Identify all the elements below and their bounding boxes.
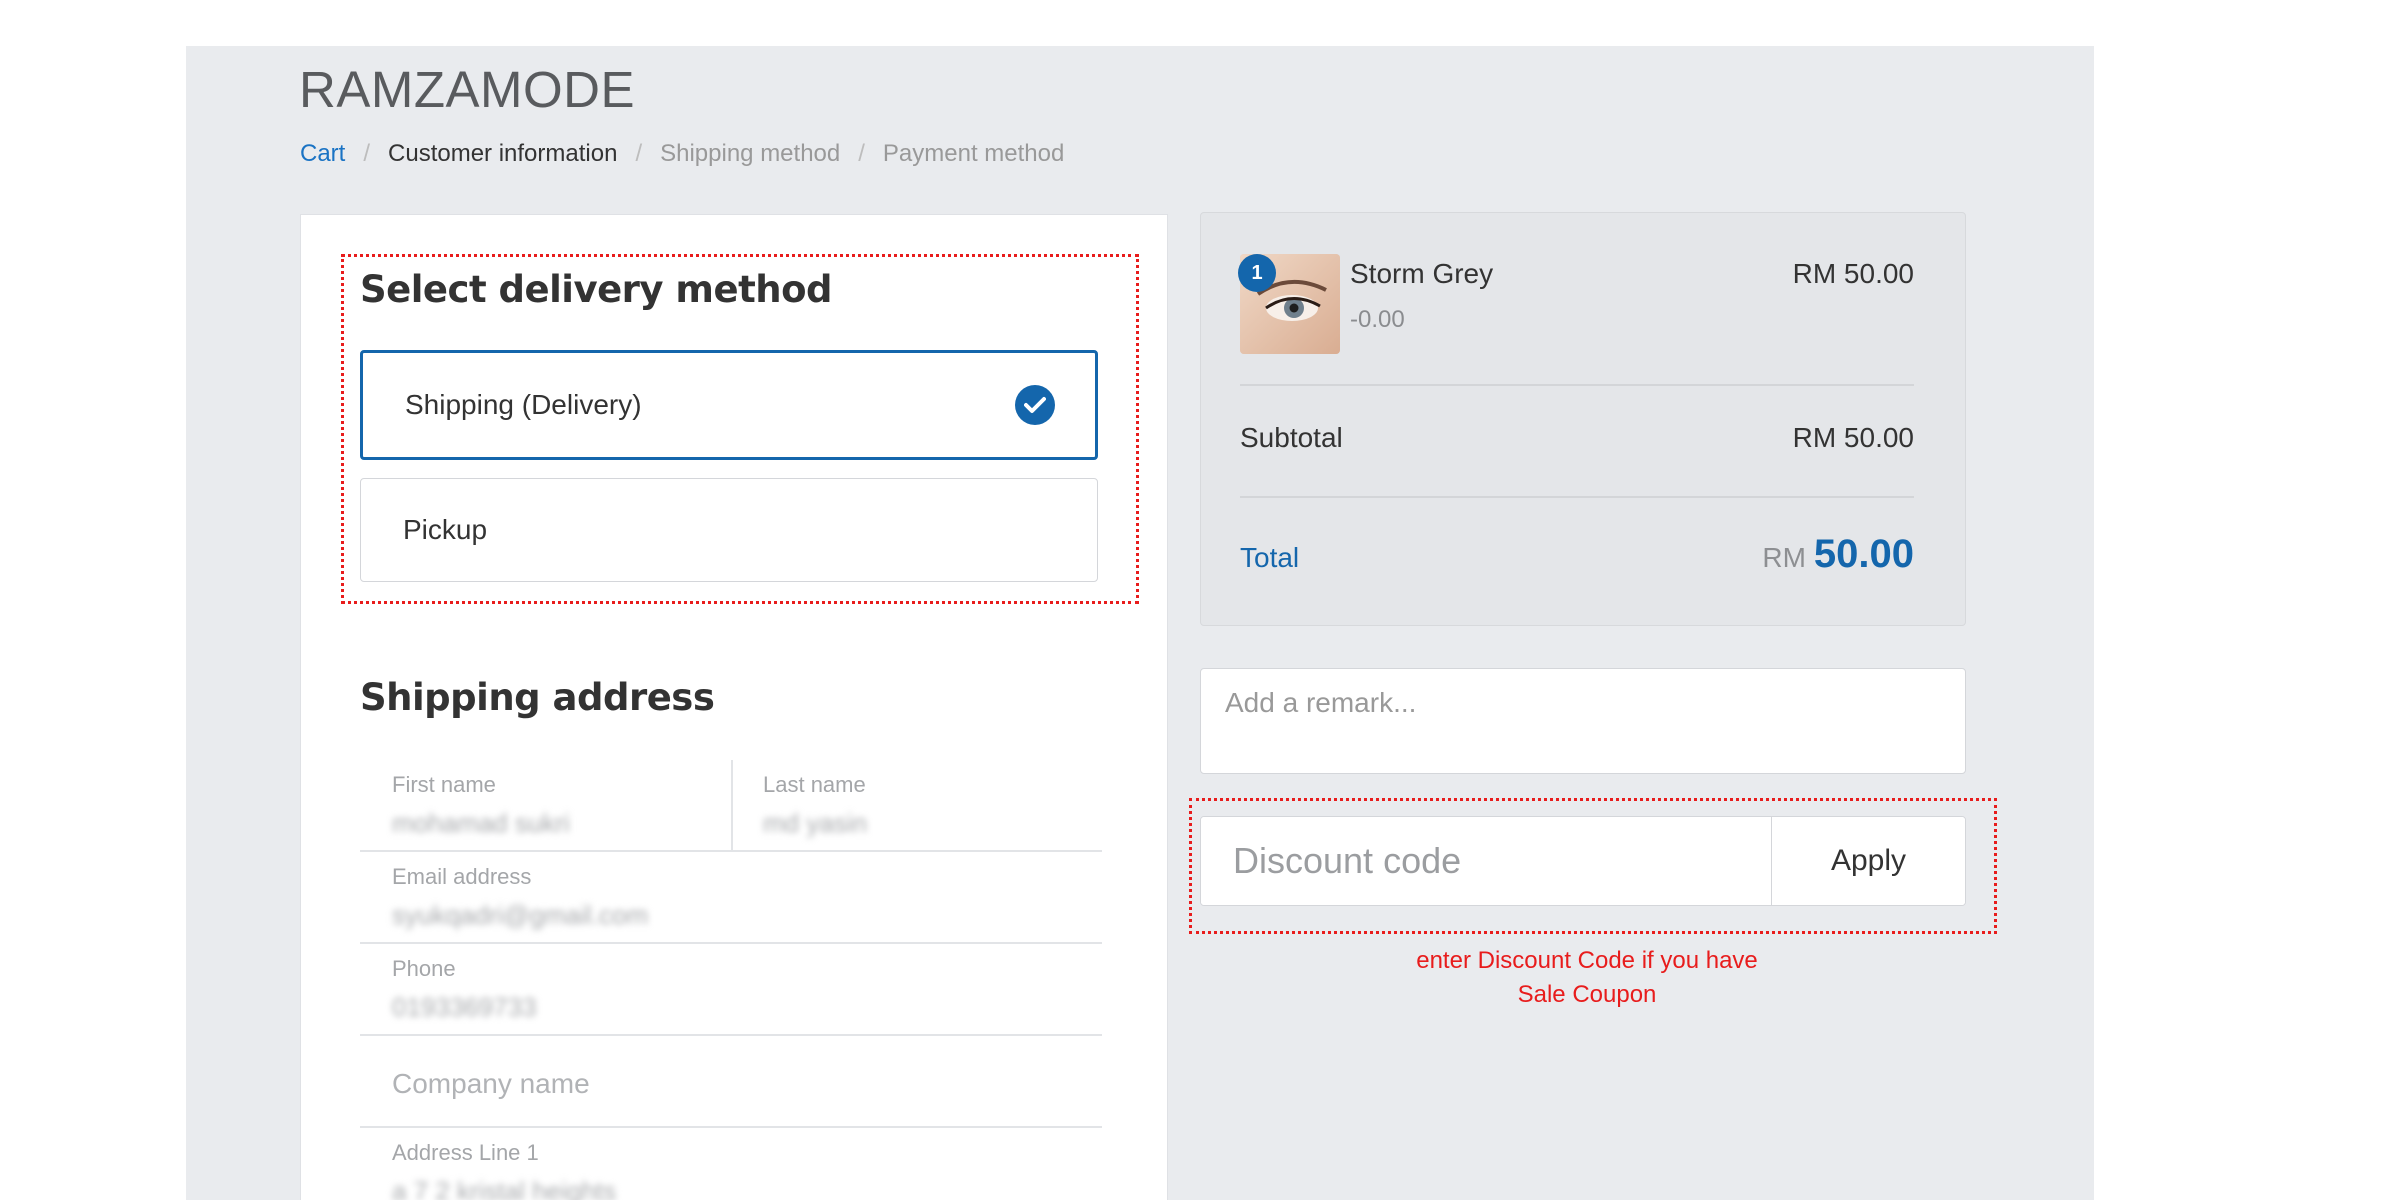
breadcrumb-payment-method: Payment method — [882, 140, 1065, 167]
delivery-option-pickup[interactable]: Pickup — [360, 478, 1098, 582]
subtotal-label: Subtotal — [1240, 422, 1343, 453]
name-row: First name mohamad sukri Last name md ya… — [360, 760, 1102, 852]
subtotal-value: RM 50.00 — [1792, 422, 1914, 453]
summary-divider — [1240, 496, 1914, 498]
last-name-value: md yasin — [763, 808, 868, 838]
phone-value: 0193369733 — [392, 992, 537, 1022]
shipping-address-title: Shipping address — [360, 676, 715, 719]
product-name: Storm Grey — [1350, 258, 1494, 289]
annotation-note: enter Discount Code if you have Sale Cou… — [1360, 944, 1814, 1012]
summary-divider — [1240, 384, 1914, 386]
product-discount: -0.00 — [1350, 306, 1405, 333]
apply-discount-button[interactable]: Apply — [1771, 817, 1965, 905]
remark-input[interactable] — [1200, 668, 1966, 774]
first-name-label: First name — [392, 772, 496, 797]
check-circle-icon — [1015, 385, 1055, 425]
breadcrumb: Cart / Customer information / Shipping m… — [300, 140, 1064, 168]
breadcrumb-customer-information: Customer information — [388, 140, 618, 167]
first-name-value: mohamad sukri — [392, 808, 570, 838]
total-label: Total — [1240, 542, 1300, 573]
annotation-note-line-2: Sale Coupon — [1517, 981, 1657, 1008]
phone-row: Phone 0193369733 — [360, 944, 1102, 1036]
last-name-label: Last name — [763, 772, 866, 797]
email-value: syukqadri@gmail.com — [392, 900, 649, 930]
breadcrumb-shipping-method: Shipping method — [660, 140, 841, 167]
annotation-note-line-1: enter Discount Code if you have — [1416, 947, 1758, 974]
total-amount: 50.00 — [1813, 532, 1914, 576]
discount-code-input[interactable] — [1201, 817, 1771, 905]
company-row: Company name — [360, 1036, 1102, 1128]
discount-form: Apply — [1200, 816, 1966, 906]
email-label: Email address — [392, 864, 532, 889]
email-row: Email address syukqadri@gmail.com — [360, 852, 1102, 944]
first-name-field[interactable]: First name mohamad sukri — [360, 760, 731, 850]
delivery-option-shipping[interactable]: Shipping (Delivery) — [360, 350, 1098, 460]
store-logo[interactable]: RAMZAMODE — [299, 60, 635, 119]
breadcrumb-separator: / — [363, 140, 371, 167]
breadcrumb-cart[interactable]: Cart — [300, 140, 345, 168]
company-placeholder: Company name — [392, 1068, 590, 1099]
address-line-1-label: Address Line 1 — [392, 1140, 539, 1165]
phone-label: Phone — [392, 956, 456, 981]
product-price: RM 50.00 — [1792, 258, 1914, 289]
address-line-1-value: a 7 2 kristal heights — [392, 1176, 617, 1200]
delivery-option-label: Shipping (Delivery) — [405, 389, 642, 420]
breadcrumb-separator: / — [858, 140, 865, 167]
quantity-badge: 1 — [1238, 254, 1276, 292]
address1-row: Address Line 1 a 7 2 kristal heights — [360, 1128, 1102, 1200]
total-value: RM 50.00 — [1762, 532, 1914, 577]
company-field[interactable]: Company name — [360, 1036, 1102, 1126]
total-currency: RM — [1762, 542, 1806, 573]
address-line-1-field[interactable]: Address Line 1 a 7 2 kristal heights — [360, 1128, 1102, 1200]
phone-field[interactable]: Phone 0193369733 — [360, 944, 1102, 1034]
delivery-option-label: Pickup — [403, 514, 488, 545]
shipping-address-form: First name mohamad sukri Last name md ya… — [360, 760, 1102, 1200]
email-field[interactable]: Email address syukqadri@gmail.com — [360, 852, 1102, 942]
delivery-method-title: Select delivery method — [360, 268, 833, 311]
breadcrumb-separator: / — [635, 140, 643, 167]
last-name-field[interactable]: Last name md yasin — [731, 760, 1102, 850]
